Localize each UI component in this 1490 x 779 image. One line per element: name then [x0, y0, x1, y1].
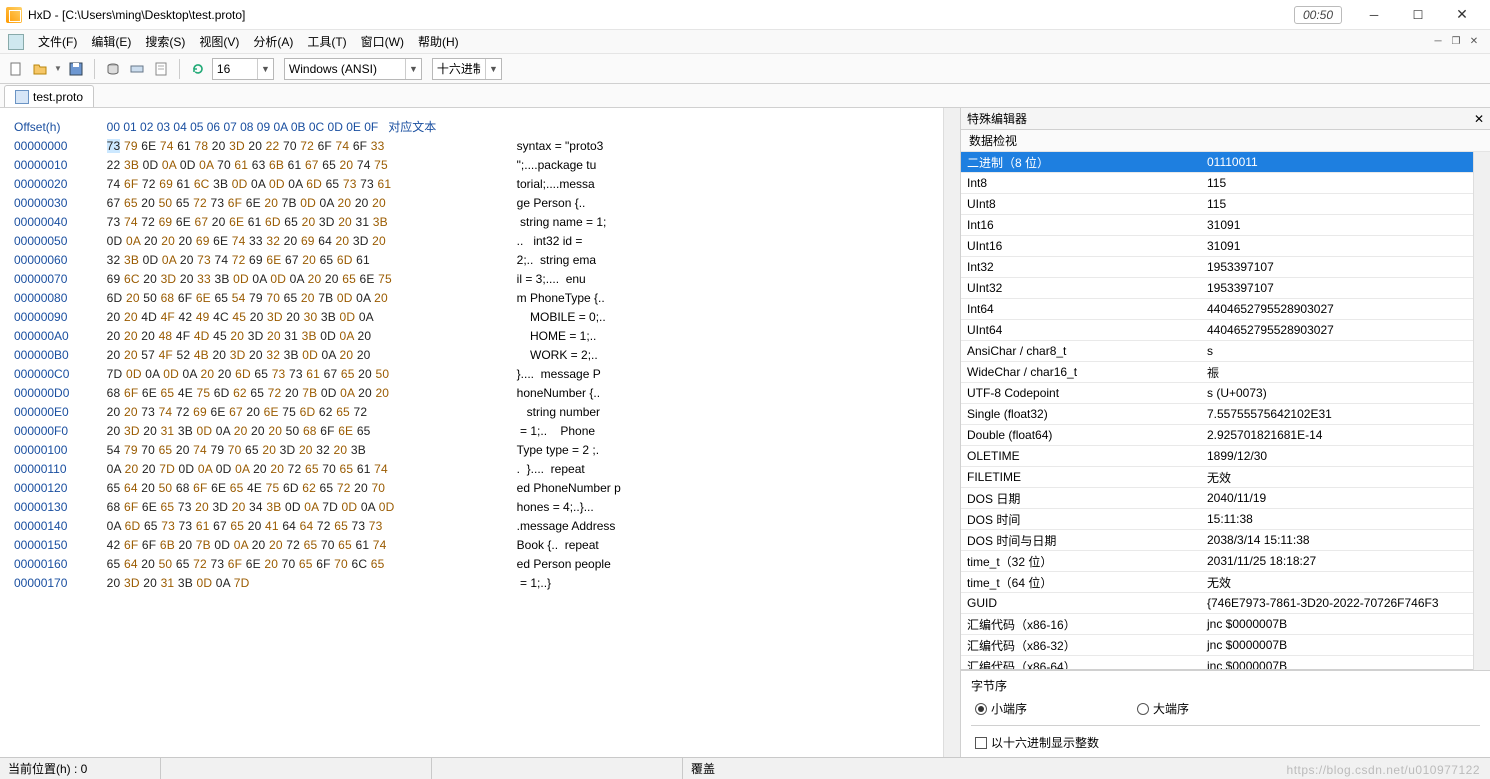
watermark: https://blog.csdn.net/u010977122 — [1287, 763, 1480, 777]
hex-scrollbar[interactable] — [943, 108, 960, 757]
menu-5[interactable]: 工具(T) — [307, 35, 346, 49]
inspector-row[interactable]: 汇编代码（x86-32）jnc $0000007B — [961, 635, 1473, 656]
inspector-row[interactable]: DOS 日期2040/11/19 — [961, 488, 1473, 509]
inspector-table[interactable]: 二进制（8 位）01110011Int8115UInt8115Int163109… — [961, 152, 1473, 670]
inspector-row[interactable]: Single (float32)7.55755575642102E31 — [961, 404, 1473, 425]
inspector-row[interactable]: AnsiChar / char8_ts — [961, 341, 1473, 362]
status-bar: 当前位置(h) : 0 覆盖 — [0, 757, 1490, 779]
inspector-row[interactable]: 汇编代码（x86-16）jnc $0000007B — [961, 614, 1473, 635]
ram-icon[interactable] — [127, 59, 147, 79]
disk-icon[interactable] — [103, 59, 123, 79]
inspector-row[interactable]: Int644404652795528903027 — [961, 299, 1473, 320]
radio-icon — [1137, 703, 1149, 715]
open-file-icon[interactable] — [30, 59, 50, 79]
status-position: 当前位置(h) : 0 — [0, 758, 160, 779]
mdi-restore-button[interactable]: ❐ — [1448, 35, 1464, 49]
minimize-button[interactable]: ─ — [1352, 1, 1396, 29]
inspector-row[interactable]: DOS 时间与日期2038/3/14 15:11:38 — [961, 530, 1473, 551]
close-button[interactable]: ✕ — [1440, 1, 1484, 29]
inspector-subtitle: 数据检视 — [969, 132, 1017, 149]
inspector-scrollbar[interactable] — [1473, 152, 1490, 670]
chevron-down-icon[interactable]: ▼ — [405, 59, 421, 79]
radio-icon — [975, 703, 987, 715]
inspector-row[interactable]: UTF-8 Codepoints (U+0073) — [961, 383, 1473, 404]
inspector-row[interactable]: WideChar / char16_t祳 — [961, 362, 1473, 383]
save-icon[interactable] — [66, 59, 86, 79]
title-bar: HxD - [C:\Users\ming\Desktop\test.proto]… — [0, 0, 1490, 30]
inspector-row[interactable]: Int321953397107 — [961, 257, 1473, 278]
inspector-row[interactable]: 汇编代码（x86-64）jnc $0000007B — [961, 656, 1473, 670]
base-dropdown[interactable]: ▼ — [432, 58, 502, 80]
inspector-row[interactable]: UInt321953397107 — [961, 278, 1473, 299]
doc-icon — [8, 34, 24, 50]
refresh-icon[interactable] — [188, 59, 208, 79]
inspector-row[interactable]: DOS 时间15:11:38 — [961, 509, 1473, 530]
menu-4[interactable]: 分析(A) — [253, 35, 293, 49]
inspector-row[interactable]: Double (float64)2.925701821681E-14 — [961, 425, 1473, 446]
menu-0[interactable]: 文件(F) — [38, 35, 77, 49]
chevron-down-icon[interactable]: ▼ — [485, 59, 501, 79]
menu-7[interactable]: 帮助(H) — [418, 35, 459, 49]
maximize-button[interactable]: ☐ — [1396, 1, 1440, 29]
inspector-row[interactable]: UInt8115 — [961, 194, 1473, 215]
mdi-minimize-button[interactable]: ─ — [1430, 35, 1446, 49]
window-title: HxD - [C:\Users\ming\Desktop\test.proto] — [28, 8, 245, 22]
menu-6[interactable]: 窗口(W) — [361, 35, 404, 49]
base-input[interactable] — [433, 59, 485, 79]
clock-badge: 00:50 — [1294, 6, 1342, 24]
file-icon — [15, 90, 29, 104]
new-file-icon[interactable] — [6, 59, 26, 79]
checkbox-icon — [975, 737, 987, 749]
inspector-close-icon[interactable]: ✕ — [1474, 112, 1484, 126]
encoding-input[interactable] — [285, 59, 405, 79]
page-icon[interactable] — [151, 59, 171, 79]
columns-input[interactable] — [213, 59, 257, 79]
radio-big-endian[interactable]: 大端序 — [1137, 700, 1189, 717]
open-dropdown-icon[interactable]: ▼ — [54, 64, 62, 73]
tab-label: test.proto — [33, 90, 83, 104]
inspector-row[interactable]: UInt644404652795528903027 — [961, 320, 1473, 341]
mdi-close-button[interactable]: ✕ — [1466, 35, 1482, 49]
status-mode: 覆盖 — [683, 758, 723, 779]
inspector-row[interactable]: time_t（32 位）2031/11/25 18:18:27 — [961, 551, 1473, 572]
inspector-row[interactable]: 二进制（8 位）01110011 — [961, 152, 1473, 173]
toolbar: ▼ ▼ ▼ ▼ — [0, 54, 1490, 84]
inspector-row[interactable]: OLETIME1899/12/30 — [961, 446, 1473, 467]
hex-editor[interactable]: Offset(h) 00 01 02 03 04 05 06 07 08 09 … — [0, 108, 943, 757]
inspector-row[interactable]: Int1631091 — [961, 215, 1473, 236]
inspector-row[interactable]: GUID{746E7973-7861-3D20-2022-70726F746F3 — [961, 593, 1473, 614]
menu-2[interactable]: 搜索(S) — [145, 35, 185, 49]
byteorder-label: 字节序 — [971, 677, 1480, 694]
checkbox-hex-integers[interactable]: 以十六进制显示整数 — [971, 725, 1480, 751]
chevron-down-icon[interactable]: ▼ — [257, 59, 273, 79]
radio-little-endian[interactable]: 小端序 — [975, 700, 1027, 717]
menu-1[interactable]: 编辑(E) — [91, 35, 131, 49]
data-inspector: 特殊编辑器 ✕ 数据检视 二进制（8 位）01110011Int8115UInt… — [960, 108, 1490, 757]
inspector-row[interactable]: UInt1631091 — [961, 236, 1473, 257]
tab-test-proto[interactable]: test.proto — [4, 85, 94, 107]
menu-3[interactable]: 视图(V) — [199, 35, 239, 49]
inspector-footer: 字节序 小端序 大端序 以十六进制显示整数 — [961, 670, 1490, 757]
inspector-row[interactable]: FILETIME无效 — [961, 467, 1473, 488]
menu-bar: 文件(F) 编辑(E) 搜索(S) 视图(V) 分析(A) 工具(T) 窗口(W) 帮助(H)… — [0, 30, 1490, 54]
inspector-row[interactable]: time_t（64 位）无效 — [961, 572, 1473, 593]
inspector-row[interactable]: Int8115 — [961, 173, 1473, 194]
tab-strip: test.proto — [0, 84, 1490, 108]
columns-dropdown[interactable]: ▼ — [212, 58, 274, 80]
mdi-window-buttons: ─ ❐ ✕ — [1430, 35, 1482, 49]
app-icon — [6, 7, 22, 23]
encoding-dropdown[interactable]: ▼ — [284, 58, 422, 80]
inspector-title: 特殊编辑器 — [967, 110, 1027, 127]
